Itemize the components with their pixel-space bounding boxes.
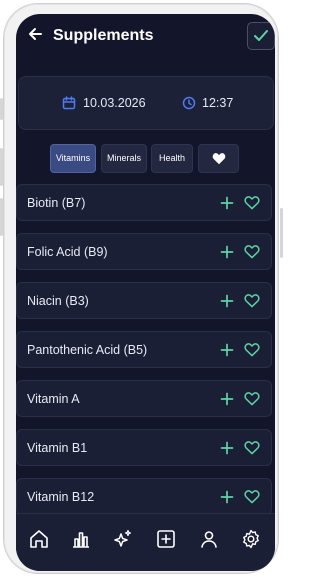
bar-chart-icon[interactable] xyxy=(70,528,92,550)
add-icon[interactable] xyxy=(220,441,234,460)
phone-volume-down-button xyxy=(0,198,3,236)
supplement-name: Vitamin B1 xyxy=(27,441,88,455)
header: Supplements xyxy=(16,14,275,58)
heart-icon xyxy=(212,153,226,167)
time-value[interactable]: 12:37 xyxy=(202,96,233,111)
calendar-icon xyxy=(62,96,76,115)
supplement-name: Pantothenic Acid (B5) xyxy=(27,343,148,357)
add-icon[interactable] xyxy=(220,245,234,264)
list-item[interactable]: Pantothenic Acid (B5) xyxy=(16,331,272,368)
supplement-name: Vitamin B12 xyxy=(27,490,95,504)
confirm-button[interactable] xyxy=(247,22,275,50)
supplement-name: Folic Acid (B9) xyxy=(27,245,108,259)
list-item[interactable]: Niacin (B3) xyxy=(16,282,272,319)
add-icon[interactable] xyxy=(220,392,234,411)
favorite-heart-icon[interactable] xyxy=(244,196,260,215)
app-screen: Supplements 10.03.2026 12:37 Vitamins Mi… xyxy=(16,14,275,571)
date-value[interactable]: 10.03.2026 xyxy=(83,96,146,111)
add-icon[interactable] xyxy=(220,490,234,509)
add-icon[interactable] xyxy=(220,343,234,362)
clock-icon xyxy=(182,96,196,115)
list-item[interactable]: Folic Acid (B9) xyxy=(16,233,272,270)
tab-favorites[interactable] xyxy=(198,144,239,173)
list-item[interactable]: Vitamin B1 xyxy=(16,429,272,466)
list-item[interactable]: Biotin (B7) xyxy=(16,184,272,221)
favorite-heart-icon[interactable] xyxy=(244,294,260,313)
add-icon[interactable] xyxy=(220,196,234,215)
favorite-heart-icon[interactable] xyxy=(244,245,260,264)
phone-volume-up-button xyxy=(0,148,3,186)
list-item[interactable]: Vitamin A xyxy=(16,380,272,417)
favorite-heart-icon[interactable] xyxy=(244,392,260,411)
phone-side-button xyxy=(0,98,3,120)
user-icon[interactable] xyxy=(198,528,220,550)
back-arrow-icon[interactable] xyxy=(27,26,43,42)
favorite-heart-icon[interactable] xyxy=(244,343,260,362)
supplement-name: Biotin (B7) xyxy=(27,196,86,210)
supplement-name: Niacin (B3) xyxy=(27,294,89,308)
phone-frame: Supplements 10.03.2026 12:37 Vitamins Mi… xyxy=(4,4,278,573)
tab-health[interactable]: Health xyxy=(151,144,193,173)
add-icon[interactable] xyxy=(220,294,234,313)
settings-icon[interactable] xyxy=(240,528,262,550)
page-title: Supplements xyxy=(53,27,154,44)
phone-power-button xyxy=(280,208,283,258)
list-item[interactable]: Vitamin B12 xyxy=(16,478,272,515)
sparkles-icon[interactable] xyxy=(112,528,134,550)
supplement-name: Vitamin A xyxy=(27,392,80,406)
favorite-heart-icon[interactable] xyxy=(244,441,260,460)
datetime-card: 10.03.2026 12:37 xyxy=(18,76,274,130)
bottom-nav xyxy=(16,513,275,571)
plus-square-icon[interactable] xyxy=(155,528,177,550)
favorite-heart-icon[interactable] xyxy=(244,490,260,509)
tab-vitamins[interactable]: Vitamins xyxy=(50,144,96,173)
tab-minerals[interactable]: Minerals xyxy=(101,144,147,173)
home-icon[interactable] xyxy=(28,528,50,550)
